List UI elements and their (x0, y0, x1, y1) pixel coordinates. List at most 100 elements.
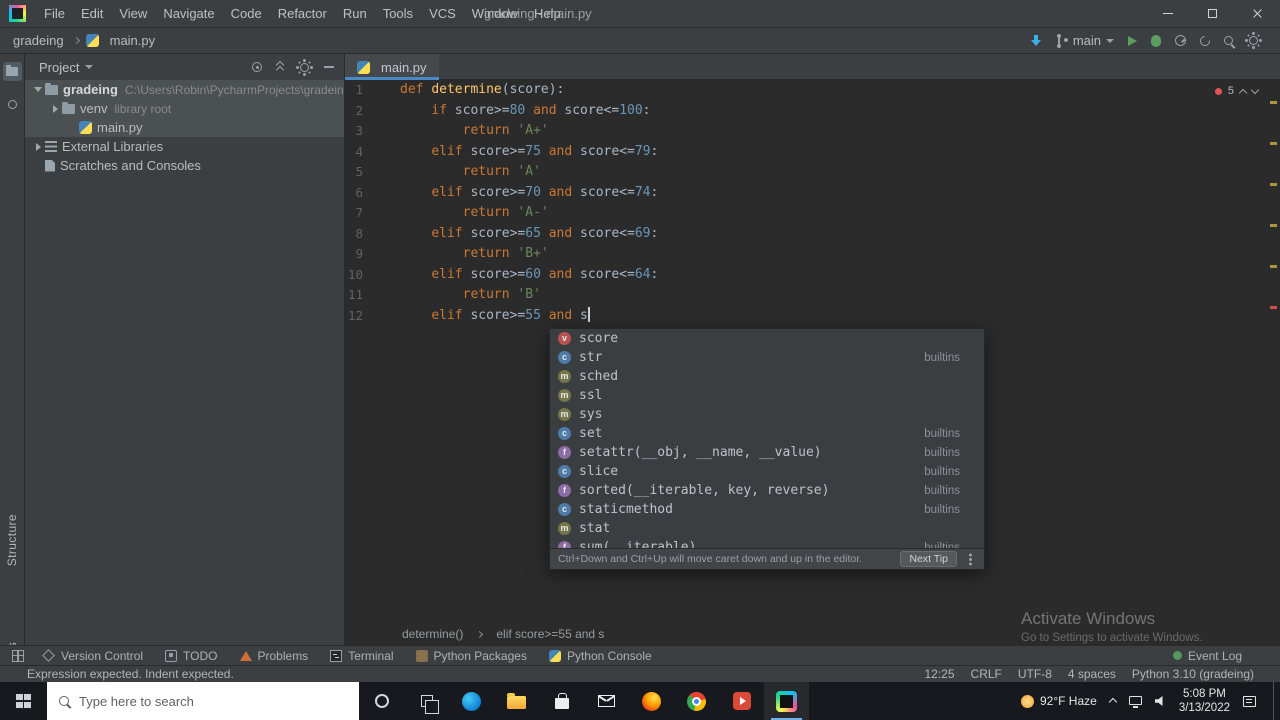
taskbar-app-media-player[interactable] (719, 682, 764, 720)
completion-item-score[interactable]: v score (550, 329, 984, 348)
code-line-12[interactable]: 12 elif score>=55 and s (345, 306, 1266, 327)
start-button[interactable] (0, 682, 47, 720)
taskbar-app-chrome[interactable] (674, 682, 719, 720)
inspections-widget[interactable]: 5 (1214, 85, 1260, 97)
git-branch-widget[interactable]: main (1056, 33, 1114, 48)
search-everywhere-icon[interactable] (1224, 36, 1233, 45)
status-item-utf-8[interactable]: UTF-8 (1018, 667, 1052, 681)
tool-window-button-problems[interactable]: Problems (239, 649, 308, 663)
status-item-12-25[interactable]: 12:25 (925, 667, 955, 681)
tool-window-button-todo[interactable]: TODO (165, 649, 218, 663)
completion-item-sys[interactable]: m sys (550, 405, 984, 424)
completion-item-sum[interactable]: f sum(__iterable) builtins (550, 538, 984, 548)
menu-refactor[interactable]: Refactor (270, 0, 335, 28)
debug-icon[interactable] (1151, 34, 1161, 47)
tree-item-scratches-and-consoles[interactable]: Scratches and Consoles (25, 156, 344, 175)
tree-item-venv[interactable]: venv library root (25, 99, 344, 118)
menu-edit[interactable]: Edit (73, 0, 111, 28)
close-button[interactable] (1235, 0, 1280, 28)
tree-item-gradeing[interactable]: gradeing C:\Users\Robin\PycharmProjects\g… (25, 80, 344, 99)
menu-code[interactable]: Code (223, 0, 270, 28)
volume-icon[interactable] (1154, 696, 1166, 706)
taskbar-app-pycharm[interactable] (764, 682, 809, 720)
taskbar-app-file-explorer[interactable] (494, 682, 539, 720)
tool-window-button-python-console[interactable]: Python Console (548, 649, 652, 663)
status-item-4-spaces[interactable]: 4 spaces (1068, 667, 1116, 681)
weather-widget[interactable]: 92°F Haze (1021, 694, 1097, 708)
code-line-3[interactable]: 3 return 'A+' (345, 121, 1266, 142)
tool-window-button-terminal[interactable]: Terminal (330, 649, 394, 663)
run-icon[interactable] (1128, 35, 1137, 46)
hidden-icons-chevron[interactable] (1108, 697, 1118, 707)
completion-item-staticmethod[interactable]: c staticmethod builtins (550, 500, 984, 519)
editor-tab-main-py[interactable]: main.py (345, 54, 439, 80)
menu-navigate[interactable]: Navigate (155, 0, 222, 28)
menu-run[interactable]: Run (335, 0, 375, 28)
profiler-icon[interactable] (1175, 35, 1186, 46)
code-line-10[interactable]: 10 elif score>=60 and score<=64: (345, 265, 1266, 286)
tool-window-switcher-icon[interactable] (12, 649, 24, 662)
action-center-icon[interactable] (1243, 695, 1256, 707)
tree-expand-arrow[interactable] (31, 87, 45, 92)
completion-item-stat[interactable]: m stat (550, 519, 984, 538)
taskbar-app-mail[interactable] (584, 682, 629, 720)
settings-icon[interactable] (1249, 36, 1258, 45)
hide-icon[interactable] (324, 66, 334, 68)
clock[interactable]: 5:08 PM 3/13/2022 (1179, 687, 1230, 716)
breadcrumb-function[interactable]: determine() (402, 627, 463, 641)
taskbar-app-cortana[interactable] (359, 682, 404, 720)
show-desktop-button[interactable] (1273, 682, 1278, 720)
code-line-8[interactable]: 8 elif score>=65 and score<=69: (345, 224, 1266, 245)
taskbar-app-edge[interactable] (449, 682, 494, 720)
taskbar-app-store[interactable] (539, 682, 584, 720)
tree-item-main-py[interactable]: main.py (25, 118, 344, 137)
code-line-9[interactable]: 9 return 'B+' (345, 244, 1266, 265)
taskbar-app-firefox[interactable] (629, 682, 674, 720)
tree-item-external-libraries[interactable]: External Libraries (25, 137, 344, 156)
collapse-all-icon[interactable] (275, 62, 285, 73)
settings-icon[interactable] (300, 62, 309, 72)
project-folder-icon[interactable] (2, 62, 22, 81)
maximize-button[interactable] (1190, 0, 1235, 28)
menu-tools[interactable]: Tools (375, 0, 421, 28)
completion-item-sorted[interactable]: f sorted(__iterable, key, reverse) builtin… (550, 481, 984, 500)
breadcrumb-statement[interactable]: elif score>=55 and s (496, 627, 604, 641)
status-item-crlf[interactable]: CRLF (971, 667, 1002, 681)
event-log-button[interactable]: Event Log (1172, 649, 1272, 663)
tool-window-button-version-control[interactable]: Version Control (42, 649, 143, 663)
code-line-7[interactable]: 7 return 'A-' (345, 203, 1266, 224)
status-item-python-3-10-gradeing[interactable]: Python 3.10 (gradeing) (1132, 667, 1254, 681)
completion-item-str[interactable]: c str builtins (550, 348, 984, 367)
code-line-5[interactable]: 5 return 'A' (345, 162, 1266, 183)
code-line-4[interactable]: 4 elif score>=75 and score<=79: (345, 142, 1266, 163)
minimize-button[interactable] (1145, 0, 1190, 28)
completion-item-setattr[interactable]: f setattr(__obj, __name, __value) builtins (550, 443, 984, 462)
project-panel-title[interactable]: Project (39, 60, 79, 75)
tree-expand-arrow[interactable] (31, 142, 45, 151)
commit-icon[interactable] (3, 95, 22, 114)
network-icon[interactable] (1128, 696, 1142, 708)
completion-item-ssl[interactable]: m ssl (550, 386, 984, 405)
breadcrumb-project[interactable]: gradeing (10, 33, 67, 48)
code-line-1[interactable]: 1 def determine(score): (345, 80, 1266, 101)
tool-window-button-python-packages[interactable]: Python Packages (415, 649, 527, 663)
update-project-icon[interactable] (1030, 34, 1042, 47)
menu-view[interactable]: View (111, 0, 155, 28)
restart-icon[interactable] (1197, 33, 1213, 48)
more-options-icon[interactable] (969, 557, 972, 561)
taskbar-app-task-view[interactable] (404, 682, 449, 720)
next-tip-button[interactable]: Next Tip (900, 551, 957, 567)
stripe-label-structure[interactable]: Structure (5, 514, 19, 566)
completion-item-set[interactable]: c set builtins (550, 424, 984, 443)
tree-expand-arrow[interactable] (48, 104, 62, 113)
menu-vcs[interactable]: VCS (421, 0, 464, 28)
taskbar-search-input[interactable]: Type here to search (47, 682, 359, 720)
code-line-6[interactable]: 6 elif score>=70 and score<=74: (345, 183, 1266, 204)
completion-item-sched[interactable]: m sched (550, 367, 984, 386)
menu-file[interactable]: File (36, 0, 73, 28)
locate-file-icon[interactable] (252, 62, 262, 72)
code-line-11[interactable]: 11 return 'B' (345, 285, 1266, 306)
completion-item-slice[interactable]: c slice builtins (550, 462, 984, 481)
code-line-2[interactable]: 2 if score>=80 and score<=100: (345, 101, 1266, 122)
breadcrumb-file[interactable]: main.py (107, 33, 159, 48)
